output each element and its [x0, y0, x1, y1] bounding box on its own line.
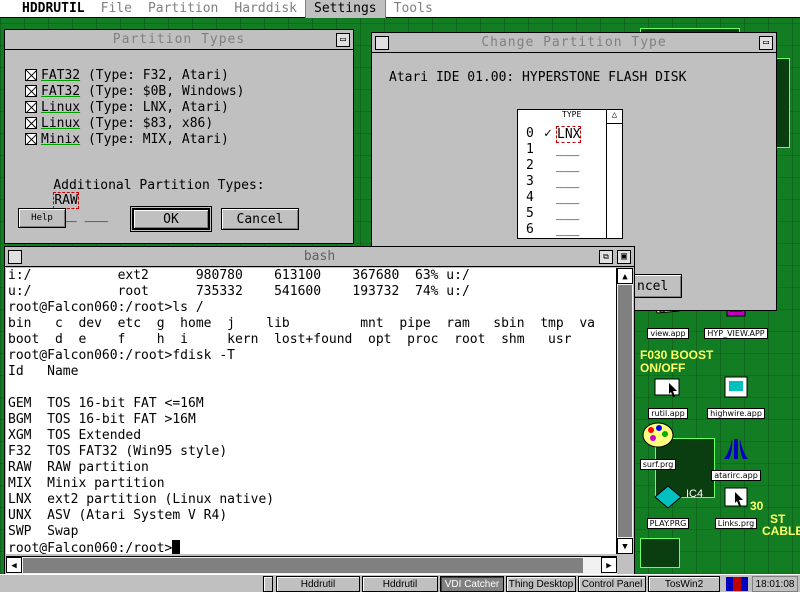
atari-logo-icon: [721, 437, 751, 461]
horizontal-scrollbar[interactable]: ◀ ▶: [6, 556, 617, 574]
iconify-icon[interactable]: ⧉: [599, 250, 613, 264]
menu-bar: HDDRUTIL File Partition Harddisk Setting…: [0, 0, 800, 18]
scroll-left-icon[interactable]: ◀: [6, 557, 22, 573]
terminal-line: Id Name: [8, 364, 79, 379]
bash-terminal-window: bash ⧉ ▣ i:/ ext2 980780 613100 367680 6…: [4, 246, 635, 576]
board-chip: [640, 538, 680, 568]
terminal-line: boot d e f h i kern lost+found opt proc …: [8, 332, 572, 347]
diamond-icon: [653, 485, 683, 509]
menu-settings[interactable]: Settings: [305, 0, 386, 18]
checkbox-checked-icon[interactable]: [25, 69, 37, 81]
window-title[interactable]: Change Partition Type: [372, 33, 776, 53]
checkbox-checked-icon[interactable]: [25, 117, 37, 129]
terminal-prompt-line[interactable]: root@Falcon060:/root>: [8, 540, 617, 554]
terminal-line: bin c dev etc g home j lib mnt pipe ram …: [8, 316, 595, 331]
board-label-onoff: ON/OFF: [640, 361, 686, 375]
terminal-output[interactable]: i:/ ext2 980780 613100 367680 63% u:/ u:…: [6, 268, 617, 554]
list-header: TYPE: [562, 110, 582, 119]
disk-label: Atari IDE 01.00: HYPERSTONE FLASH DISK: [389, 70, 687, 85]
menu-harddisk[interactable]: Harddisk: [226, 0, 305, 18]
list-item[interactable]: 0 ✓ LNX: [526, 126, 606, 143]
disk-utility-icon: [653, 375, 683, 399]
window-title[interactable]: bash: [5, 247, 634, 267]
board-label-boost: F030 BOOST: [640, 348, 714, 362]
terminal-line: BGM TOS 16-bit FAT >16M: [8, 412, 196, 427]
desktop-icon-highwire[interactable]: highwire.app: [696, 375, 776, 420]
desktop-icon-atarirc[interactable]: atarirc.app: [696, 437, 776, 482]
checkmark-icon: ✓: [544, 126, 552, 141]
cancel-button[interactable]: Cancel: [221, 208, 299, 230]
minimize-icon[interactable]: ▭: [759, 36, 773, 50]
terminal-line: root@Falcon060:/root>fdisk -T: [8, 348, 235, 363]
task-thing-desktop[interactable]: Thing Desktop: [506, 576, 576, 592]
links-browser-icon: [721, 485, 751, 509]
checkbox-linux-x86[interactable]: Linux (Type: $83, x86): [25, 115, 213, 131]
maximize-icon[interactable]: ▣: [617, 250, 631, 264]
list-item[interactable]: 5 ___: [526, 206, 606, 222]
partition-list[interactable]: TYPE 0 ✓ LNX 1 ___ 2 ___ 3 ___ 4 ___ 5 ___ 6 _…: [517, 109, 623, 239]
scrollbar-thumb[interactable]: [618, 285, 632, 537]
terminal-line: u:/ root 735332 541600 193732 74% u:/: [8, 284, 470, 299]
palette-icon: [641, 420, 675, 450]
checkbox-checked-icon[interactable]: [25, 133, 37, 145]
list-item[interactable]: 4 ___: [526, 190, 606, 206]
system-tray-icon[interactable]: [726, 577, 748, 591]
scroll-right-icon[interactable]: ▶: [601, 557, 617, 573]
menu-file[interactable]: File: [93, 0, 140, 18]
text-cursor: [172, 540, 181, 554]
checkbox-checked-icon[interactable]: [25, 101, 37, 113]
checkbox-minix-atari[interactable]: Minix (Type: MIX, Atari): [25, 131, 229, 147]
terminal-line: MIX Minix partition: [8, 476, 165, 491]
task-hddrutil-2[interactable]: Hddrutil: [362, 576, 438, 592]
task-vdi-catcher[interactable]: VDI Catcher: [440, 576, 504, 592]
browser-icon: [721, 375, 751, 399]
checkbox-linux-atari[interactable]: Linux (Type: LNX, Atari): [25, 99, 229, 115]
menu-tools[interactable]: Tools: [386, 0, 441, 18]
terminal-line: F32 TOS FAT32 (Win95 style): [8, 444, 228, 459]
scrollbar-thumb[interactable]: [23, 558, 583, 573]
checkbox-checked-icon[interactable]: [25, 85, 37, 97]
partition-types-window: Partition Types ▭ FAT32 (Type: F32, Atar…: [4, 29, 354, 244]
close-icon[interactable]: [375, 36, 389, 50]
taskbar: Hddrutil Hddrutil VDI Catcher Thing Desk…: [0, 574, 800, 592]
terminal-line: LNX ext2 partition (Linux native): [8, 492, 275, 507]
menu-partition[interactable]: Partition: [140, 0, 226, 18]
clock: 18:01:08: [752, 576, 798, 592]
scroll-up-icon[interactable]: ▲: [617, 268, 633, 284]
list-item[interactable]: 3 ___: [526, 174, 606, 190]
terminal-line: UNX ASV (Atari System V R4): [8, 508, 228, 523]
terminal-line: GEM TOS 16-bit FAT <=16M: [8, 396, 204, 411]
terminal-line: XGM TOS Extended: [8, 428, 142, 443]
list-item[interactable]: 6 ___: [526, 222, 606, 238]
additional-types-label: Additional Partition Types:: [53, 178, 265, 193]
window-title[interactable]: Partition Types: [5, 30, 353, 50]
scroll-down-icon[interactable]: ▼: [617, 538, 633, 554]
terminal-line: root@Falcon060:/root>ls /: [8, 300, 204, 315]
list-item[interactable]: 1 ___: [526, 142, 606, 158]
close-icon[interactable]: [8, 250, 22, 264]
checkbox-fat32-windows[interactable]: FAT32 (Type: $0B, Windows): [25, 83, 245, 99]
task-toswin2[interactable]: TosWin2: [648, 576, 720, 592]
terminal-line: RAW RAW partition: [8, 460, 149, 475]
minimize-icon[interactable]: ▭: [336, 33, 350, 47]
checkbox-fat32-atari[interactable]: FAT32 (Type: F32, Atari): [25, 67, 229, 83]
start-button[interactable]: [263, 576, 273, 592]
task-hddrutil-1[interactable]: Hddrutil: [276, 576, 360, 592]
menu-app-name[interactable]: HDDRUTIL: [0, 0, 93, 18]
task-control-panel[interactable]: Control Panel: [578, 576, 646, 592]
terminal-line: i:/ ext2 980780 613100 367680 63% u:/: [8, 268, 470, 283]
additional-type-field[interactable]: RAW: [53, 192, 79, 209]
scroll-up-icon[interactable]: △: [607, 110, 622, 124]
desktop-icon-links[interactable]: Links.prg: [696, 485, 776, 530]
prompt: root@Falcon060:/root>: [8, 541, 173, 554]
terminal-line: SWP Swap: [8, 524, 79, 539]
help-button[interactable]: Help: [18, 208, 66, 228]
ok-button[interactable]: OK: [130, 206, 212, 232]
list-item[interactable]: 2 ___: [526, 158, 606, 174]
list-scrollbar[interactable]: △: [606, 110, 622, 238]
vertical-scrollbar[interactable]: ▲ ▼: [616, 268, 633, 554]
